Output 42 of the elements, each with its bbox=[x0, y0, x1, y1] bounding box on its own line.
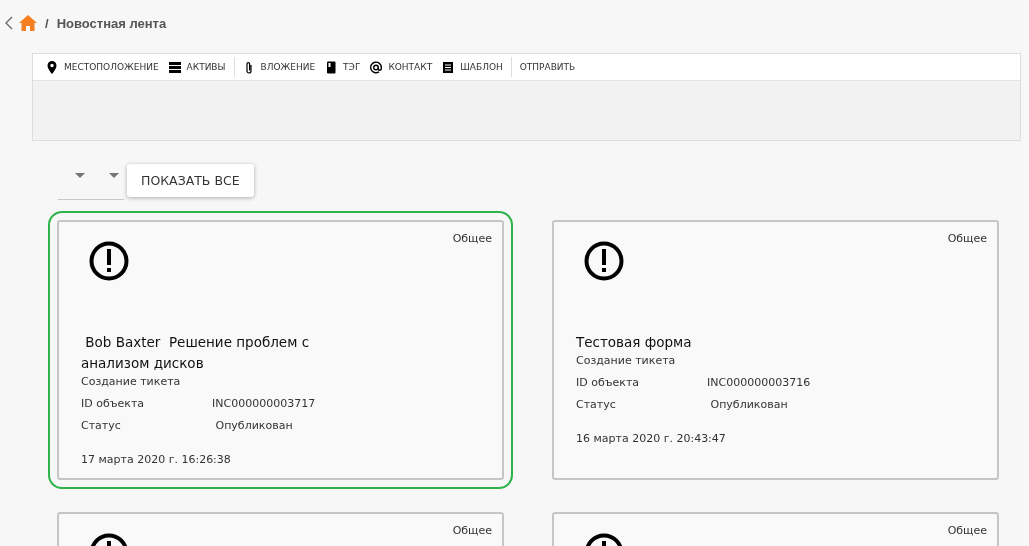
field-label: ID объекта bbox=[81, 397, 146, 410]
show-all-button[interactable]: ПОКАЗАТЬ ВСЕ bbox=[127, 164, 254, 197]
card-subtitle: Создание тикета bbox=[81, 375, 182, 388]
toolbar-button[interactable]: ШАБЛОН bbox=[437, 56, 508, 78]
toolbar-button[interactable]: АКТИВЫ bbox=[163, 56, 231, 78]
caret-icon bbox=[109, 173, 119, 178]
category-label: Общее bbox=[452, 232, 492, 245]
card-title: Тестовая форма bbox=[576, 333, 693, 352]
news-card[interactable]: Общее Bob Baxter Решение проблем с анализом дисков Создание тикета ID объекта INC000000003717 Статус Опубликован 17 марта 2020 г. 16:26:38 bbox=[57, 220, 504, 480]
card-title: Bob Baxter Решение проблем с анализом дисков bbox=[81, 333, 311, 373]
field-value: Опубликован bbox=[709, 398, 788, 411]
timestamp: 16 марта 2020 г. 20:43:47 bbox=[576, 432, 727, 445]
toolbar-button[interactable]: КОНТАКТ bbox=[365, 56, 438, 78]
server-icon bbox=[168, 60, 181, 74]
card-subtitle: Создание тикета bbox=[576, 354, 677, 367]
toolbar-button[interactable]: ВЛОЖЕНИЕ bbox=[237, 56, 321, 78]
at-sign-icon bbox=[370, 60, 383, 74]
page-title: Новостная лента bbox=[56, 15, 167, 31]
pin-icon bbox=[46, 60, 58, 74]
news-card[interactable]: Общее bbox=[57, 512, 504, 546]
field-value: INC000000003717 bbox=[212, 397, 316, 410]
toolbar-button[interactable]: ОТПРАВИТЬ bbox=[514, 56, 581, 78]
caret-icon bbox=[75, 173, 85, 178]
warning-icon bbox=[584, 241, 624, 281]
field-label: Статус bbox=[576, 398, 617, 411]
category-label: Общее bbox=[947, 524, 987, 537]
toolbar-button[interactable]: МЕСТОПОЛОЖЕНИЕ bbox=[41, 56, 164, 78]
back-icon[interactable] bbox=[5, 16, 13, 30]
home-icon[interactable] bbox=[19, 15, 37, 31]
timestamp: 17 марта 2020 г. 16:26:38 bbox=[81, 453, 232, 466]
toolbar-button[interactable]: ТЭГ bbox=[320, 56, 366, 78]
news-card[interactable]: Общее Тестовая форма Создание тикета ID объекта INC000000003716 Статус Опубликован 16 марта 2020 г. 20:43:47 bbox=[552, 220, 999, 480]
field-label: Статус bbox=[81, 419, 122, 432]
field-value: INC000000003716 bbox=[707, 376, 811, 389]
field-label: ID объекта bbox=[576, 376, 641, 389]
category-label: Общее bbox=[947, 232, 987, 245]
category-label: Общее bbox=[452, 524, 492, 537]
field-value: Опубликован bbox=[214, 419, 293, 432]
breadcrumb-separator: / bbox=[45, 15, 49, 31]
warning-icon bbox=[89, 241, 129, 281]
news-card[interactable]: Общее bbox=[552, 512, 999, 546]
document-icon bbox=[442, 60, 455, 74]
